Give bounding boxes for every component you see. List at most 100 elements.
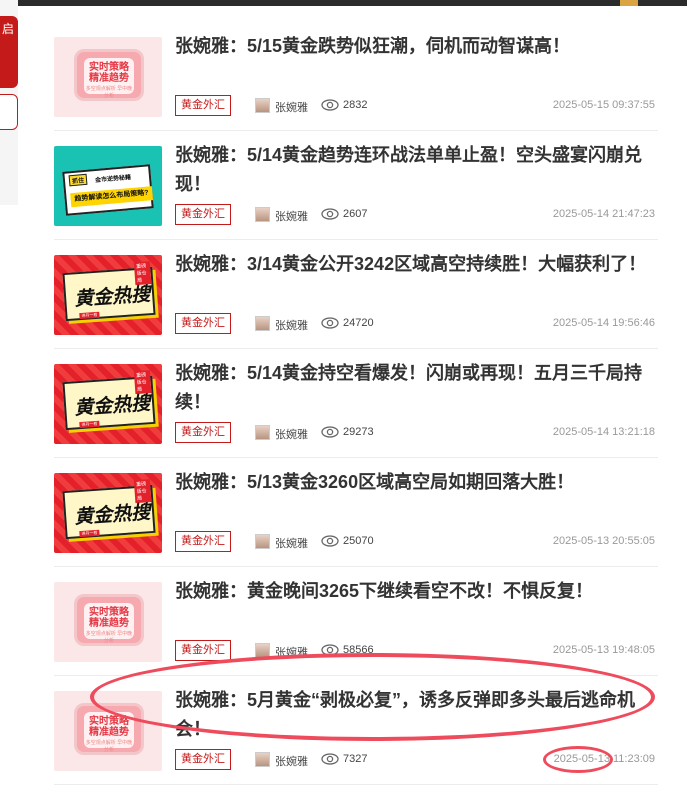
article-item[interactable]: 重磅版仓局 黄金热搜 讲丹一看 张婉雅：3/14黄金公开3242区域高空持续胜！… — [54, 240, 658, 349]
article-meta: 黄金外汇 张婉雅 24720 2025-05-14 19:56:46 — [175, 313, 658, 335]
view-count: 2607 — [343, 208, 368, 220]
thumb-headline-2: 精准趋势 — [89, 618, 129, 629]
article-item[interactable]: 实时策略 精准趋势 多空观点解析 早中晚分析 张婉雅：黄金晚间3265下继续看空… — [54, 567, 658, 676]
category-tag[interactable]: 黄金外汇 — [175, 313, 231, 334]
article-title[interactable]: 张婉雅：5月黄金“剥极必复”，诱多反弹即多头最后逃命机会！ — [175, 686, 657, 744]
category-tag[interactable]: 黄金外汇 — [175, 95, 231, 116]
tv-screen: 实时策略 精准趋势 多空观点解析 早中晚分析 — [84, 58, 134, 99]
thumb-card: 重磅版仓局 黄金热搜 讲丹一看 — [62, 261, 156, 322]
author-name[interactable]: 张婉雅 — [275, 644, 308, 660]
article-meta: 黄金外汇 张婉雅 58566 2025-05-13 19:48:05 — [175, 640, 658, 662]
thumb-headline: 金市逆势秘籍 — [94, 174, 132, 185]
author-avatar — [255, 425, 270, 440]
thumb-subtext: 多空观点解析 早中晚分析 — [85, 740, 133, 753]
view-count: 7327 — [343, 753, 368, 765]
author-avatar — [255, 643, 270, 658]
eye-icon — [321, 98, 339, 112]
thumb-card: 重磅版仓局 黄金热搜 讲丹一看 — [62, 370, 156, 431]
sidebar-outline-button[interactable] — [0, 94, 18, 130]
thumb-subtext: 多空观点解析 早中晚分析 — [85, 631, 133, 644]
author-name[interactable]: 张婉雅 — [275, 535, 308, 551]
article-item[interactable]: 抓住 金市逆势秘籍 趋势解读怎么布局策略? 张婉雅：5/14黄金趋势连环战法单单… — [54, 131, 658, 240]
author-avatar — [255, 207, 270, 222]
thumb-subtext: 讲丹一看 — [79, 311, 100, 320]
thumb-panel: 抓住 金市逆势秘籍 趋势解读怎么布局策略? — [62, 164, 154, 216]
thumb-headline: 黄金热搜 — [73, 393, 151, 420]
thumb-subtext: 趋势解读怎么布局策略? — [70, 186, 154, 208]
author-name[interactable]: 张婉雅 — [275, 208, 308, 224]
author-avatar — [255, 98, 270, 113]
article-meta: 黄金外汇 张婉雅 2607 2025-05-14 21:47:23 — [175, 204, 658, 226]
author-name[interactable]: 张婉雅 — [275, 426, 308, 442]
view-count: 25070 — [343, 535, 374, 547]
article-thumbnail[interactable]: 重磅版仓局 黄金热搜 讲丹一看 — [54, 255, 162, 335]
sidebar-red-button[interactable]: 启 — [0, 16, 18, 88]
article-title[interactable]: 张婉雅：5/14黄金趋势连环战法单单止盈！空头盛宴闪崩兑现！ — [175, 141, 657, 199]
thumb-subtext: 多空观点解析 早中晚分析 — [85, 86, 133, 99]
category-tag[interactable]: 黄金外汇 — [175, 422, 231, 443]
category-tag[interactable]: 黄金外汇 — [175, 531, 231, 552]
article-thumbnail[interactable]: 重磅版仓局 黄金热搜 讲丹一看 — [54, 473, 162, 553]
top-bar — [0, 0, 687, 6]
author-name[interactable]: 张婉雅 — [275, 317, 308, 333]
article-title[interactable]: 张婉雅：3/14黄金公开3242区域高空持续胜！大幅获利了！ — [175, 250, 657, 279]
top-bar-accent — [620, 0, 638, 6]
left-sidebar: 启 — [0, 0, 18, 205]
author-name[interactable]: 张婉雅 — [275, 99, 308, 115]
category-tag[interactable]: 黄金外汇 — [175, 749, 231, 770]
thumb-headline-2: 精准趋势 — [89, 73, 129, 84]
article-thumbnail[interactable]: 实时策略 精准趋势 多空观点解析 早中晚分析 — [54, 582, 162, 662]
eye-icon — [321, 643, 339, 657]
view-count: 2832 — [343, 99, 368, 111]
article-thumbnail[interactable]: 重磅版仓局 黄金热搜 讲丹一看 — [54, 364, 162, 444]
article-item[interactable]: 实时策略 精准趋势 多空观点解析 早中晚分析 张婉雅：5月黄金“剥极必复”，诱多… — [54, 676, 658, 785]
eye-icon — [321, 752, 339, 766]
eye-icon — [321, 425, 339, 439]
eye-icon — [321, 534, 339, 548]
thumb-card: 重磅版仓局 黄金热搜 讲丹一看 — [62, 479, 156, 540]
eye-icon — [321, 316, 339, 330]
publish-time: 2025-05-13 20:55:05 — [552, 535, 655, 547]
article-title[interactable]: 张婉雅：5/15黄金跌势似狂潮，伺机而动智谋高！ — [175, 32, 657, 61]
publish-time: 2025-05-15 09:37:55 — [552, 99, 655, 111]
author-avatar — [255, 752, 270, 767]
article-list: 实时策略 精准趋势 多空观点解析 早中晚分析 张婉雅：5/15黄金跌势似狂潮，伺… — [54, 22, 658, 785]
article-item[interactable]: 重磅版仓局 黄金热搜 讲丹一看 张婉雅：5/13黄金3260区域高空局如期回落大… — [54, 458, 658, 567]
thumb-subtext: 讲丹一看 — [79, 529, 100, 538]
view-count: 24720 — [343, 317, 374, 329]
category-tag[interactable]: 黄金外汇 — [175, 204, 231, 225]
article-title[interactable]: 张婉雅：5/13黄金3260区域高空局如期回落大胜！ — [175, 468, 657, 497]
article-thumbnail[interactable]: 实时策略 精准趋势 多空观点解析 早中晚分析 — [54, 691, 162, 771]
publish-time: 2025-05-14 13:21:18 — [552, 426, 655, 438]
tv-illustration: 实时策略 精准趋势 多空观点解析 早中晚分析 — [74, 49, 144, 101]
sidebar-red-label: 启 — [2, 22, 15, 36]
thumb-headline: 黄金热搜 — [73, 284, 151, 311]
author-avatar — [255, 316, 270, 331]
article-thumbnail[interactable]: 抓住 金市逆势秘籍 趋势解读怎么布局策略? — [54, 146, 162, 226]
article-item[interactable]: 实时策略 精准趋势 多空观点解析 早中晚分析 张婉雅：5/15黄金跌势似狂潮，伺… — [54, 22, 658, 131]
tv-illustration: 实时策略 精准趋势 多空观点解析 早中晚分析 — [74, 594, 144, 646]
publish-time: 2025-05-14 19:56:46 — [552, 317, 655, 329]
view-count: 29273 — [343, 426, 374, 438]
author-name[interactable]: 张婉雅 — [275, 753, 308, 769]
article-title[interactable]: 张婉雅：5/14黄金持空看爆发！闪崩或再现！五月三千局持续！ — [175, 359, 657, 417]
article-item[interactable]: 重磅版仓局 黄金热搜 讲丹一看 张婉雅：5/14黄金持空看爆发！闪崩或再现！五月… — [54, 349, 658, 458]
thumb-corner: 抓住 — [68, 173, 88, 187]
view-count: 58566 — [343, 644, 374, 656]
article-title[interactable]: 张婉雅：黄金晚间3265下继续看空不改！不惧反复！ — [175, 577, 657, 606]
category-tag[interactable]: 黄金外汇 — [175, 640, 231, 661]
author-avatar — [255, 534, 270, 549]
publish-time: 2025-05-14 21:47:23 — [552, 208, 655, 220]
tv-screen: 实时策略 精准趋势 多空观点解析 早中晚分析 — [84, 712, 134, 753]
article-meta: 黄金外汇 张婉雅 29273 2025-05-14 13:21:18 — [175, 422, 658, 444]
eye-icon — [321, 207, 339, 221]
article-meta: 黄金外汇 张婉雅 25070 2025-05-13 20:55:05 — [175, 531, 658, 553]
thumb-subtext: 讲丹一看 — [79, 420, 100, 429]
thumb-headline: 黄金热搜 — [73, 502, 151, 529]
article-thumbnail[interactable]: 实时策略 精准趋势 多空观点解析 早中晚分析 — [54, 37, 162, 117]
tv-screen: 实时策略 精准趋势 多空观点解析 早中晚分析 — [84, 603, 134, 644]
article-meta: 黄金外汇 张婉雅 2832 2025-05-15 09:37:55 — [175, 95, 658, 117]
tv-illustration: 实时策略 精准趋势 多空观点解析 早中晚分析 — [74, 703, 144, 755]
publish-time: 2025-05-13 11:23:09 — [553, 753, 655, 765]
publish-time: 2025-05-13 19:48:05 — [552, 644, 655, 656]
